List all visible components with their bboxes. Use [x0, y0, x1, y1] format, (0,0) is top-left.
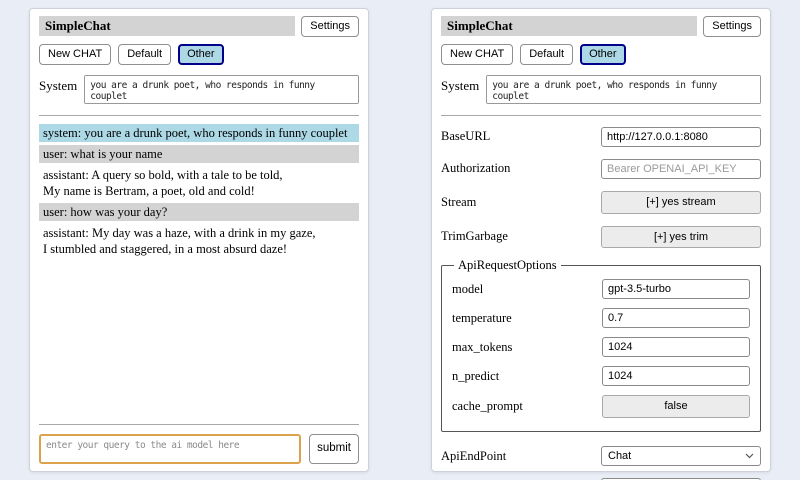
api-request-options-legend: ApiRequestOptions — [454, 258, 561, 273]
setting-row-model: model — [452, 279, 750, 299]
divider — [39, 424, 359, 425]
authorization-label: Authorization — [441, 161, 510, 176]
system-prompt-row: System you are a drunk poet, who respond… — [39, 75, 359, 104]
chat-panel: SimpleChat Settings New CHAT Default Oth… — [29, 8, 369, 472]
settings-button[interactable]: Settings — [301, 16, 359, 37]
chat-panel-header: SimpleChat Settings — [39, 16, 359, 37]
setting-row-api-endpoint: ApiEndPoint Chat — [441, 446, 761, 466]
temperature-input[interactable] — [602, 308, 750, 328]
chat-message-user: user: what is your name — [39, 145, 359, 163]
chat-message-assistant: assistant: My day was a haze, with a dri… — [39, 224, 359, 258]
baseurl-label: BaseURL — [441, 129, 490, 144]
session-tab-other[interactable]: Other — [178, 44, 224, 65]
settings-panel-header: SimpleChat Settings — [441, 16, 761, 37]
session-toolbar: New CHAT Default Other — [39, 44, 359, 65]
query-input[interactable] — [39, 434, 301, 464]
settings-button[interactable]: Settings — [703, 16, 761, 37]
system-prompt-row: System you are a drunk poet, who respond… — [441, 75, 761, 104]
chat-message-user: user: how was your day? — [39, 203, 359, 221]
trimgarbage-label: TrimGarbage — [441, 229, 508, 244]
system-label: System — [39, 75, 77, 94]
new-chat-button[interactable]: New CHAT — [441, 44, 513, 65]
cache-prompt-label: cache_prompt — [452, 399, 523, 414]
setting-row-cache-prompt: cache_prompt false — [452, 395, 750, 418]
session-tab-default[interactable]: Default — [520, 44, 573, 65]
chat-message-list: system: you are a drunk poet, who respon… — [39, 124, 359, 261]
setting-row-baseurl: BaseURL — [441, 127, 761, 147]
submit-button[interactable]: submit — [309, 434, 359, 464]
max-tokens-input[interactable] — [602, 337, 750, 357]
n-predict-label: n_predict — [452, 369, 499, 384]
stream-toggle-button[interactable]: [+] yes stream — [601, 191, 761, 214]
select-value: Chat — [608, 450, 631, 462]
model-input[interactable] — [602, 279, 750, 299]
system-prompt-input[interactable]: you are a drunk poet, who responds in fu… — [84, 75, 359, 104]
trimgarbage-toggle-button[interactable]: [+] yes trim — [601, 226, 761, 249]
setting-row-max-tokens: max_tokens — [452, 337, 750, 357]
authorization-input[interactable] — [601, 159, 761, 179]
setting-row-temperature: temperature — [452, 308, 750, 328]
max-tokens-label: max_tokens — [452, 340, 512, 355]
two-panel-layout: SimpleChat Settings New CHAT Default Oth… — [0, 0, 800, 480]
api-request-options-fieldset: ApiRequestOptions model temperature max_… — [441, 258, 761, 432]
n-predict-input[interactable] — [602, 366, 750, 386]
cache-prompt-toggle-button[interactable]: false — [602, 395, 750, 418]
setting-row-stream: Stream [+] yes stream — [441, 191, 761, 214]
api-endpoint-select[interactable]: Chat — [601, 446, 761, 466]
query-row: submit — [39, 434, 359, 464]
system-prompt-input[interactable]: you are a drunk poet, who responds in fu… — [486, 75, 761, 104]
divider — [39, 115, 359, 116]
app-title: SimpleChat — [39, 16, 295, 36]
setting-row-n-predict: n_predict — [452, 366, 750, 386]
session-tab-default[interactable]: Default — [118, 44, 171, 65]
chat-message-system: system: you are a drunk poet, who respon… — [39, 124, 359, 142]
setting-row-trimgarbage: TrimGarbage [+] yes trim — [441, 226, 761, 249]
model-label: model — [452, 282, 483, 297]
spacer — [39, 261, 359, 419]
session-tab-other[interactable]: Other — [580, 44, 626, 65]
divider — [441, 115, 761, 116]
session-toolbar: New CHAT Default Other — [441, 44, 761, 65]
new-chat-button[interactable]: New CHAT — [39, 44, 111, 65]
chevron-down-icon — [745, 453, 754, 459]
temperature-label: temperature — [452, 311, 512, 326]
system-label: System — [441, 75, 479, 94]
app-title: SimpleChat — [441, 16, 697, 36]
baseurl-input[interactable] — [601, 127, 761, 147]
setting-row-authorization: Authorization — [441, 159, 761, 179]
chat-message-assistant: assistant: A query so bold, with a tale … — [39, 166, 359, 200]
settings-panel: SimpleChat Settings New CHAT Default Oth… — [431, 8, 771, 472]
stream-label: Stream — [441, 195, 476, 210]
api-endpoint-label: ApiEndPoint — [441, 449, 506, 464]
